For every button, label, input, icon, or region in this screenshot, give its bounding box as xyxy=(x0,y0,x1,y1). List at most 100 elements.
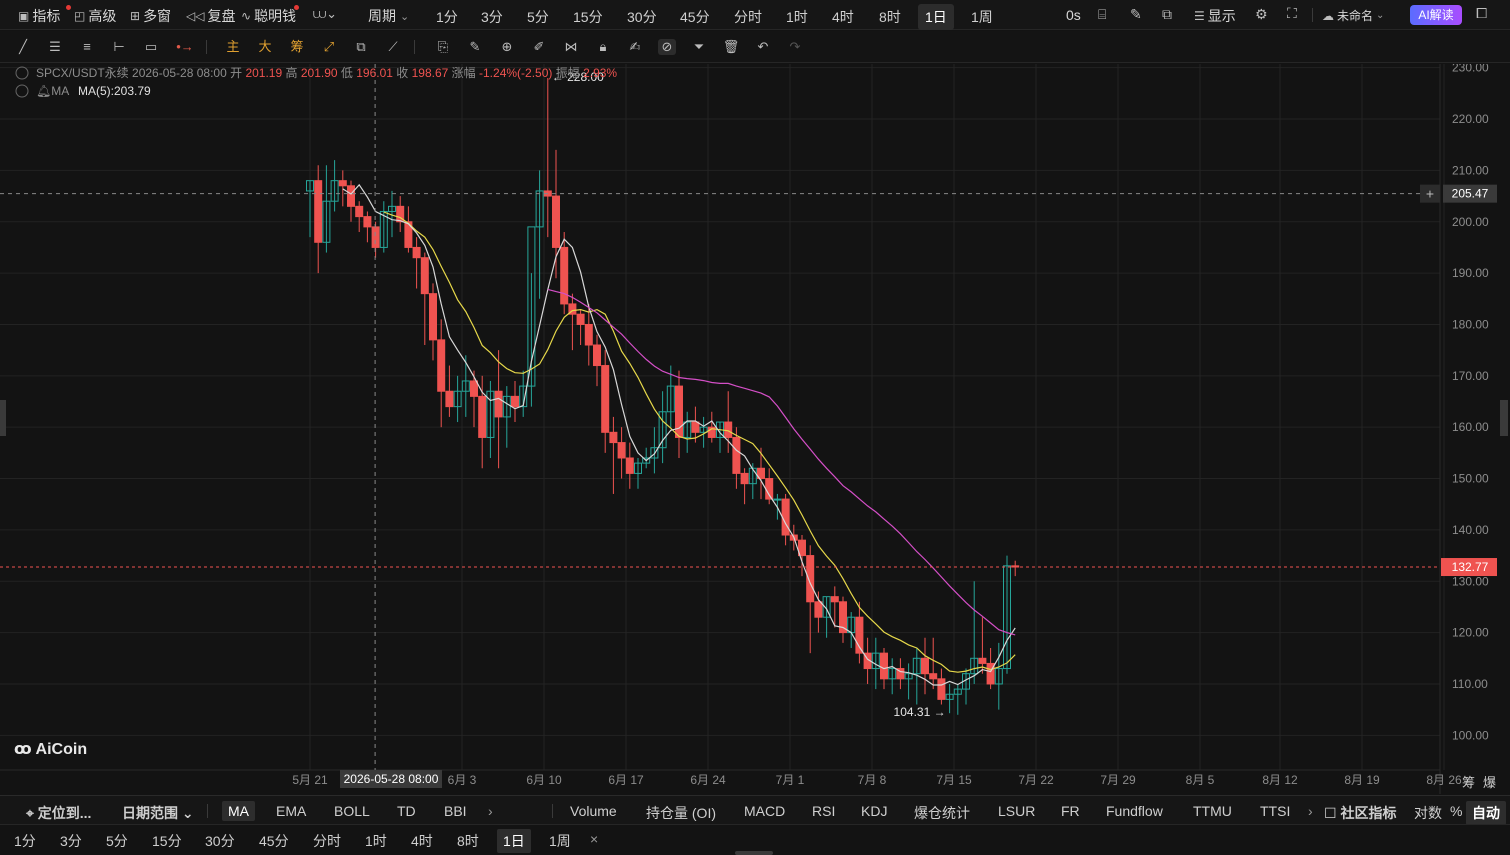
topbar-timeframe-3[interactable]: 15分 xyxy=(566,4,610,30)
timeframe-6[interactable]: 分时 xyxy=(307,829,347,853)
parallel-lines-icon[interactable]: ☰ xyxy=(46,39,64,55)
link-icon[interactable]: ⊘ xyxy=(658,39,676,55)
locate-button[interactable]: ⌖ 定位到... xyxy=(20,801,97,825)
delete-icon[interactable]: 🗑︎ xyxy=(722,39,740,55)
left-panel-handle[interactable] xyxy=(0,400,6,436)
toolbar-advanced-button[interactable]: ◰ 高级 xyxy=(74,6,116,26)
edit-icon[interactable]: ✍ xyxy=(626,39,644,55)
main-indicator-ma[interactable]: MA xyxy=(222,801,255,821)
sub-indicator-3[interactable]: RSI xyxy=(806,801,841,821)
big-order-tool[interactable]: 大 xyxy=(256,39,274,55)
auto-scale-toggle[interactable]: 自动 xyxy=(1466,801,1506,825)
main-indicator-ema[interactable]: EMA xyxy=(270,801,312,821)
topbar-timeframe-10[interactable]: 1日 xyxy=(918,4,954,30)
timeframe-1[interactable]: 3分 xyxy=(54,829,88,853)
sma-icon[interactable]: ⩊⌄ xyxy=(313,6,337,22)
sub-indicator-6[interactable]: LSUR xyxy=(992,801,1041,821)
horizontal-ray-icon[interactable]: ⊢ xyxy=(110,39,128,55)
sub-indicator-4[interactable]: KDJ xyxy=(855,801,893,821)
camera-icon[interactable]: ⌸ xyxy=(1098,6,1106,23)
auto-pattern-icon[interactable]: ⧉ xyxy=(352,39,370,55)
community-indicators-button[interactable]: ☐ 社区指标 xyxy=(1318,801,1402,825)
copy-icon[interactable]: ⎘ xyxy=(434,39,452,55)
chevron-right-icon[interactable]: › xyxy=(1302,801,1319,821)
brush-icon[interactable]: ✐ xyxy=(530,39,548,55)
rectangle-icon[interactable]: ▭ xyxy=(142,39,160,55)
channel-icon[interactable]: ≡ xyxy=(78,39,96,55)
topbar-timeframe-9[interactable]: 8时 xyxy=(872,4,908,30)
display-button[interactable]: ☰ 显示 xyxy=(1194,6,1236,26)
period-dropdown[interactable]: 周期 ⌄ xyxy=(368,6,409,26)
sub-indicator-7[interactable]: FR xyxy=(1055,801,1086,821)
topbar-timeframe-1[interactable]: 3分 xyxy=(474,4,510,30)
timeframe-7[interactable]: 1时 xyxy=(359,829,393,853)
sub-indicator-2[interactable]: MACD xyxy=(738,801,791,821)
timeframe-9[interactable]: 8时 xyxy=(451,829,485,853)
undo-icon[interactable]: ↶ xyxy=(754,39,772,55)
main-indicator-bbi[interactable]: BBI xyxy=(438,801,473,821)
topbar-timeframe-11[interactable]: 1周 xyxy=(964,4,1000,30)
topbar-timeframe-8[interactable]: 4时 xyxy=(825,4,861,30)
fullscreen-icon[interactable]: ⛶ xyxy=(1287,5,1297,22)
magnet-icon[interactable]: ⋈ xyxy=(562,39,580,55)
topbar-timeframe-2[interactable]: 5分 xyxy=(520,4,556,30)
main-indicator-boll[interactable]: BOLL xyxy=(328,801,376,821)
timeframe-2[interactable]: 5分 xyxy=(100,829,134,853)
timeframe-3[interactable]: 15分 xyxy=(146,829,188,853)
chart-canvas[interactable]: 230.00 220.00 210.00 200.00 190.00 180.00 170.… xyxy=(0,61,1510,794)
point-line-icon[interactable]: •→ xyxy=(176,39,194,55)
topbar-timeframe-0[interactable]: 1分 xyxy=(429,4,465,30)
filter-icon[interactable]: ⏷ xyxy=(690,39,708,55)
percent-scale-toggle[interactable]: % xyxy=(1444,801,1468,821)
zoom-icon[interactable]: ⊕ xyxy=(498,39,516,55)
lock-icon[interactable]: 🔒︎ xyxy=(594,39,612,55)
ai-line-icon[interactable]: ⤢ xyxy=(320,39,338,55)
timeframe-4[interactable]: 30分 xyxy=(199,829,241,853)
chip-toggle[interactable]: 筹 xyxy=(1462,775,1475,790)
pencil-icon[interactable]: ✎ xyxy=(1130,6,1142,23)
window-icon[interactable]: ⧠ xyxy=(1476,5,1487,22)
topbar-timeframe-6[interactable]: 分时 xyxy=(727,4,769,30)
settings-icon[interactable]: ⚙ xyxy=(1255,6,1268,23)
redo-icon[interactable]: ↷ xyxy=(786,39,804,55)
date-range-dropdown[interactable]: 日期范围 ⌄ xyxy=(116,801,200,825)
timeframe-8[interactable]: 4时 xyxy=(405,829,439,853)
close-icon[interactable]: × xyxy=(584,829,604,849)
candlestick-chart[interactable]: 230.00 220.00 210.00 200.00 190.00 180.00 170.… xyxy=(0,61,1510,794)
layout-dropdown[interactable]: ☁ 未命名 ⌄ xyxy=(1322,7,1384,24)
candle xyxy=(363,211,372,243)
sub-indicator-10[interactable]: TTSI xyxy=(1254,801,1296,821)
log-scale-toggle[interactable]: 对数 xyxy=(1408,801,1448,825)
topbar-timeframe-5[interactable]: 45分 xyxy=(673,4,717,30)
chevron-right-icon[interactable]: › xyxy=(482,801,499,821)
toolbar-smart-money-button[interactable]: ∿ 聪明钱 xyxy=(241,6,296,26)
plus-icon[interactable]: + xyxy=(1426,186,1434,202)
timeframe-11[interactable]: 1周 xyxy=(543,829,577,853)
topbar-timeframe-4[interactable]: 30分 xyxy=(620,4,664,30)
sub-indicator-8[interactable]: Fundflow xyxy=(1100,801,1169,821)
timeframe-5[interactable]: 45分 xyxy=(253,829,295,853)
sub-indicator-9[interactable]: TTMU xyxy=(1187,801,1238,821)
trend-line-icon[interactable]: ╱ xyxy=(14,39,32,55)
collapse-icon[interactable] xyxy=(15,66,29,80)
toolbar-replay-button[interactable]: ◁◁ 复盘 xyxy=(186,6,235,26)
measure-icon[interactable]: ⟋ xyxy=(384,39,402,55)
main-indicator-td[interactable]: TD xyxy=(391,801,422,821)
ruler-icon[interactable]: ✎ xyxy=(466,39,484,55)
timeframe-0[interactable]: 1分 xyxy=(8,829,42,853)
resize-handle[interactable] xyxy=(735,851,773,855)
liquidation-toggle[interactable]: 爆 xyxy=(1483,775,1496,790)
external-link-icon[interactable]: ⧉ xyxy=(1162,6,1172,23)
ai-interpret-button[interactable]: AI解读 xyxy=(1410,5,1462,25)
right-panel-handle[interactable] xyxy=(1500,400,1508,436)
chip-tool[interactable]: 筹 xyxy=(288,39,306,55)
sub-indicator-1[interactable]: 持仓量 (OI) xyxy=(640,801,722,825)
toolbar-multiwindow-button[interactable]: ⊞ 多窗 xyxy=(130,6,171,26)
sub-indicator-5[interactable]: 爆仓统计 xyxy=(908,801,976,825)
sub-indicator-0[interactable]: Volume xyxy=(564,801,623,821)
topbar-timeframe-7[interactable]: 1时 xyxy=(779,4,815,30)
toolbar-indicator-button[interactable]: ▣ 指标 xyxy=(18,6,60,26)
collapse-icon[interactable] xyxy=(15,84,29,98)
timeframe-10[interactable]: 1日 xyxy=(497,829,531,853)
main-force-tool[interactable]: 主 xyxy=(224,39,242,55)
